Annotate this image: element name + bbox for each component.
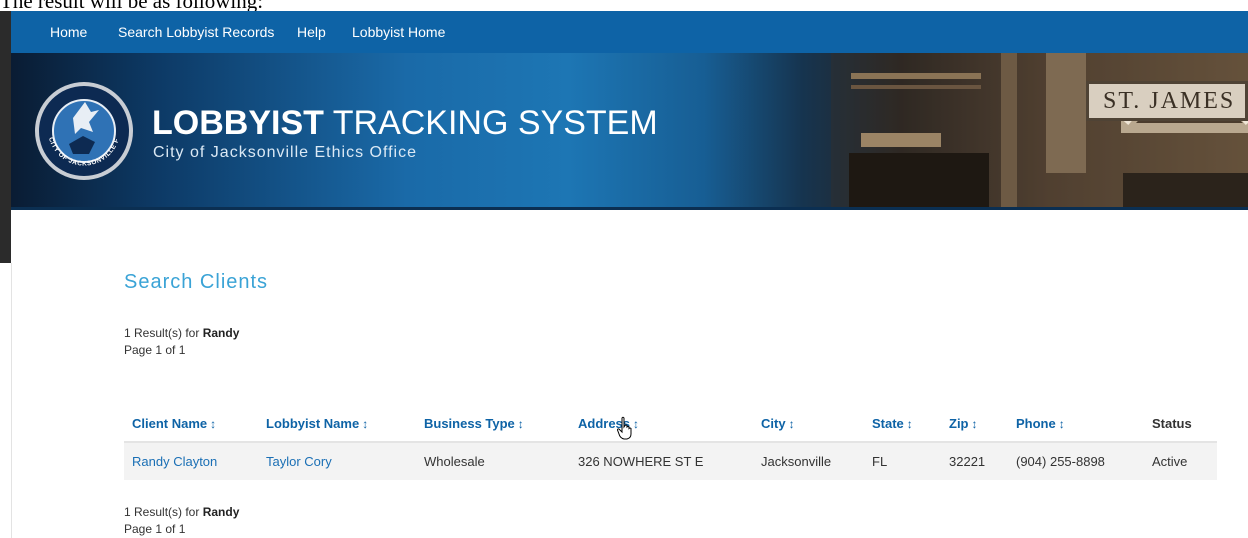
header-banner: CITY OF JACKSONVILLE FLORIDA LOBBYIST TR… <box>11 53 1248 209</box>
cell-client-name: Randy Clayton <box>124 442 258 480</box>
col-business-type[interactable]: Business Type ↕ <box>416 405 570 443</box>
cell-state: FL <box>864 442 941 480</box>
sort-icon: ↕ <box>906 416 913 431</box>
caption-text: The result will be as following: <box>0 0 264 13</box>
results-count-text: 1 Result(s) for <box>124 326 200 340</box>
search-query: Randy <box>202 326 240 340</box>
nav-help[interactable]: Help <box>297 11 326 53</box>
sort-icon: ↕ <box>788 416 795 431</box>
nav-home[interactable]: Home <box>50 11 87 53</box>
sort-icon: ↕ <box>210 416 217 431</box>
left-border-line <box>11 263 12 538</box>
cell-city: Jacksonville <box>753 442 864 480</box>
nav-search-lobbyist-records[interactable]: Search Lobbyist Records <box>118 11 274 53</box>
banner-bottom-border <box>11 207 1248 210</box>
search-query: Randy <box>202 505 240 519</box>
search-clients-heading: Search Clients <box>124 271 269 293</box>
results-table: Client Name ↕ Lobbyist Name ↕ Business Typ… <box>124 405 1217 480</box>
page-info: Page 1 of 1 <box>124 522 186 536</box>
page-subtitle: City of Jacksonville Ethics Office <box>153 144 418 161</box>
col-zip[interactable]: Zip ↕ <box>941 405 1008 443</box>
title-light: TRACKING SYSTEM <box>332 104 658 142</box>
col-client-name[interactable]: Client Name ↕ <box>124 405 258 443</box>
nav-lobbyist-home[interactable]: Lobbyist Home <box>352 11 445 53</box>
col-phone[interactable]: Phone ↕ <box>1008 405 1144 443</box>
page-info: Page 1 of 1 <box>124 343 186 357</box>
results-summary-top: 1 Result(s) for Randy Page 1 of 1 <box>124 325 239 359</box>
hand-cursor-icon <box>616 416 632 440</box>
sort-icon: ↕ <box>362 416 369 431</box>
cell-status: Active <box>1144 442 1217 480</box>
cell-zip: 32221 <box>941 442 1008 480</box>
cell-phone: (904) 255-8898 <box>1008 442 1144 480</box>
results-count-text: 1 Result(s) for <box>124 505 200 519</box>
page-title: LOBBYIST TRACKING SYSTEM <box>152 104 658 142</box>
cell-business-type: Wholesale <box>416 442 570 480</box>
client-name-link[interactable]: Randy Clayton <box>132 454 217 469</box>
col-address[interactable]: Address ↕ <box>570 405 753 443</box>
cell-address: 326 NOWHERE ST E <box>570 442 753 480</box>
table-header-row: Client Name ↕ Lobbyist Name ↕ Business Typ… <box>124 405 1217 443</box>
col-lobbyist-name[interactable]: Lobbyist Name ↕ <box>258 405 416 443</box>
col-status: Status <box>1144 405 1217 443</box>
lobbyist-name-link[interactable]: Taylor Cory <box>266 454 332 469</box>
city-seal-logo: CITY OF JACKSONVILLE FLORIDA <box>33 72 133 180</box>
top-nav: Home Search Lobbyist Records Help Lobbyi… <box>11 11 1248 53</box>
title-bold: LOBBYIST <box>152 104 324 142</box>
results-summary-bottom: 1 Result(s) for Randy Page 1 of 1 <box>124 504 239 538</box>
sort-icon: ↕ <box>971 416 978 431</box>
col-city[interactable]: City ↕ <box>753 405 864 443</box>
col-state[interactable]: State ↕ <box>864 405 941 443</box>
st-james-sign: ST. JAMES <box>1086 81 1248 121</box>
left-dark-bar <box>0 11 11 263</box>
sort-icon: ↕ <box>1058 416 1065 431</box>
cell-lobbyist-name: Taylor Cory <box>258 442 416 480</box>
sort-icon: ↕ <box>517 416 524 431</box>
building-photo <box>831 53 1248 209</box>
table-row: Randy Clayton Taylor Cory Wholesale 326 … <box>124 442 1217 480</box>
